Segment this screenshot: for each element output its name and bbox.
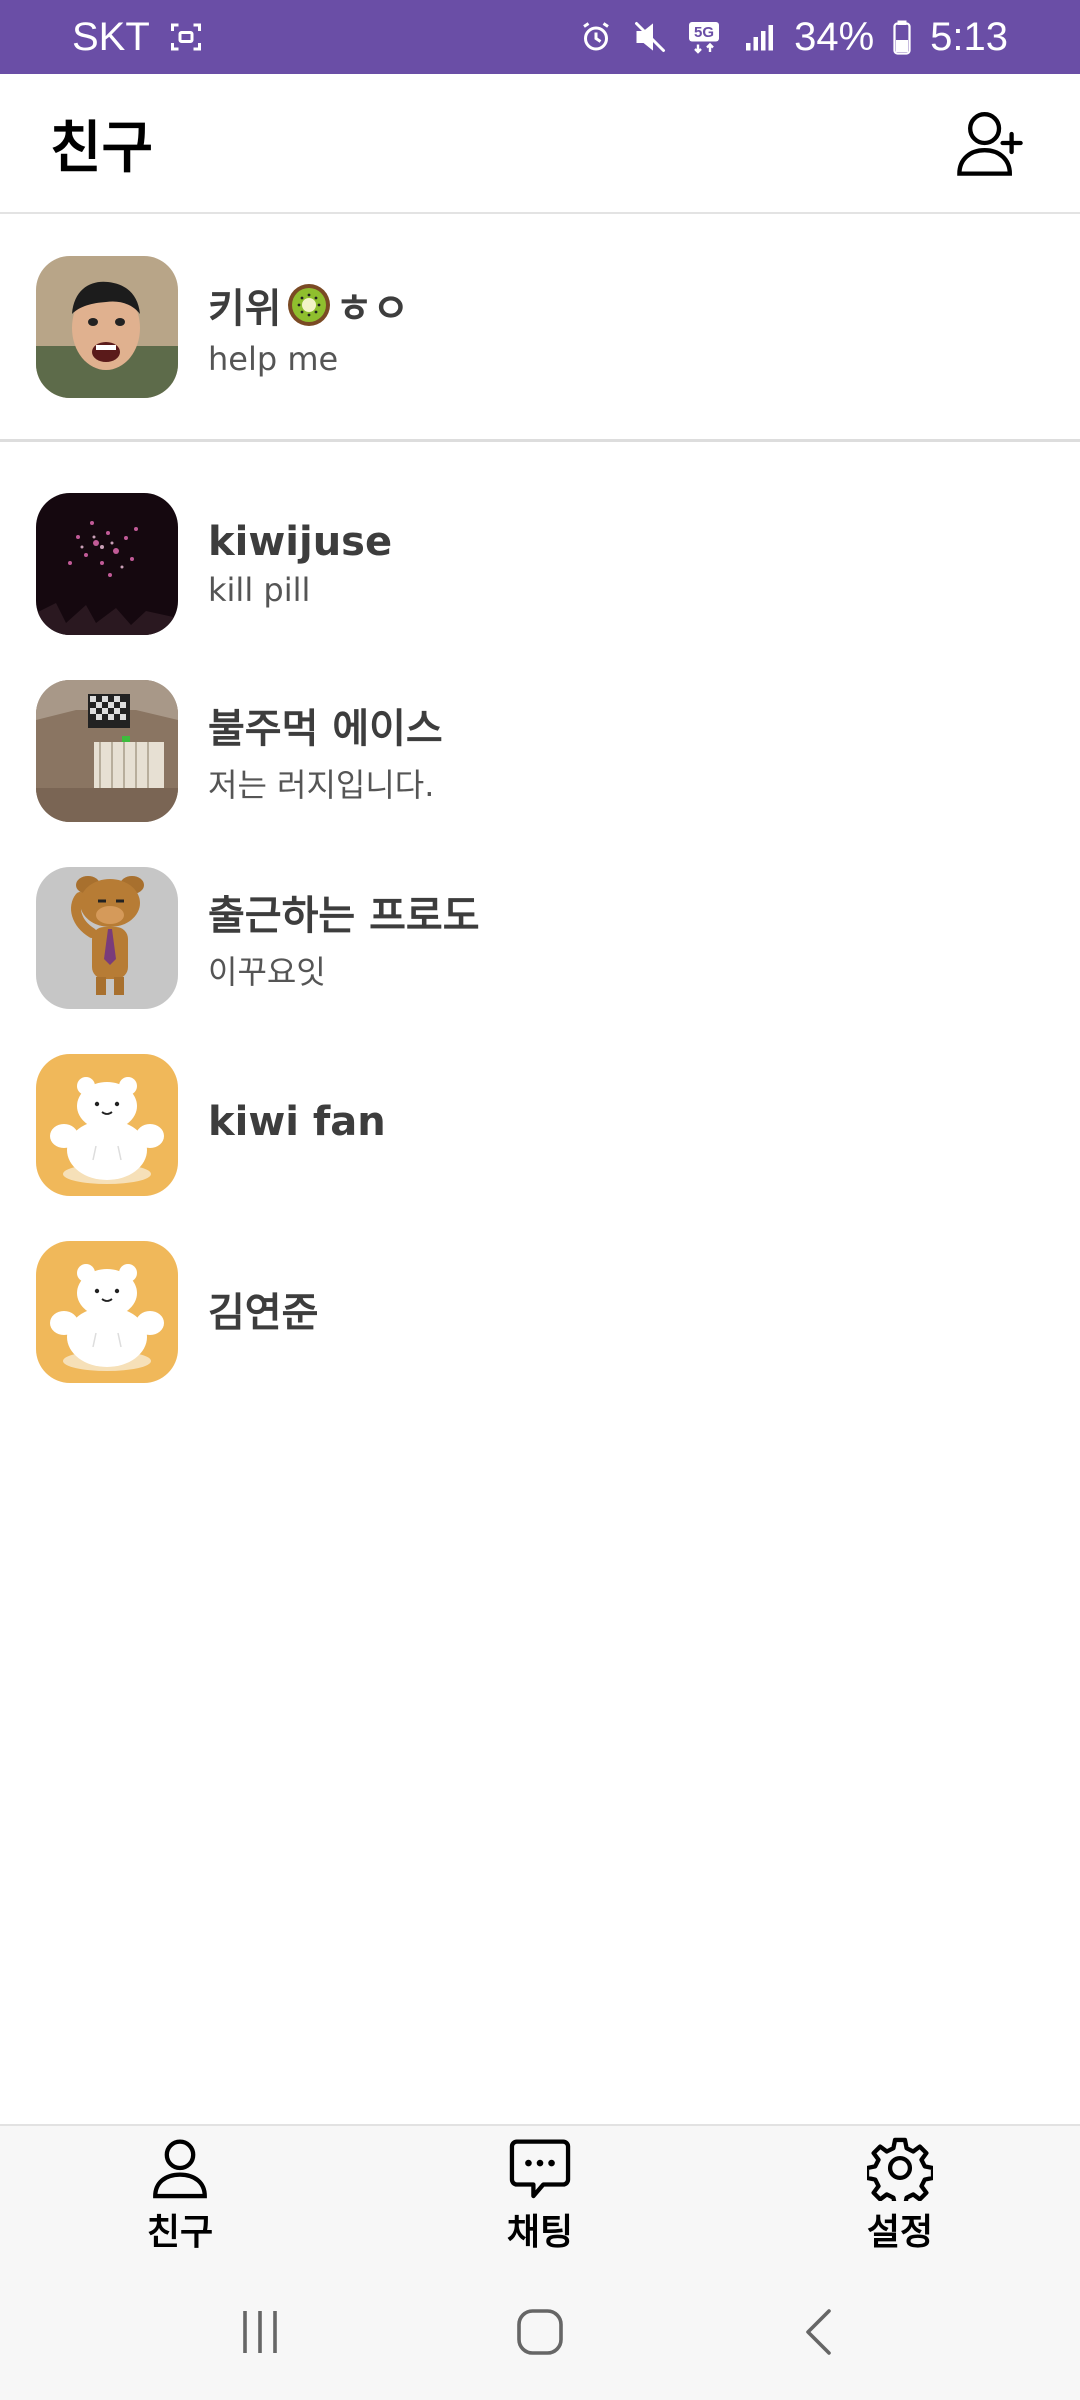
nav-label-friends: 친구 (146, 2212, 214, 2253)
signal-icon (740, 19, 776, 55)
friend-avatar (36, 1240, 178, 1383)
bottom-nav: 친구 채팅 설정 (0, 2124, 1080, 2264)
person-icon (153, 2139, 207, 2199)
friend-text: kiwijuse kill pill (208, 519, 392, 609)
friend-item[interactable]: 김연준 (0, 1218, 1080, 1405)
friend-status: kill pill (208, 570, 311, 609)
gear-icon (867, 2137, 933, 2201)
friend-text: 출근하는 프로도 이꾸요잇 (208, 883, 480, 993)
friend-avatar (36, 866, 178, 1009)
my-avatar (36, 255, 178, 398)
page-title: 친구 (50, 115, 154, 181)
battery-percent: 34% (794, 14, 875, 59)
status-bar: SKT 5G 34% 5:13 (0, 0, 1080, 74)
friend-name: 출근하는 프로도 (208, 892, 480, 939)
nav-label-chat: 채팅 (506, 2212, 574, 2253)
carrier-label: SKT (72, 14, 150, 59)
my-profile[interactable]: 키위 ㅎㅇ help me (0, 214, 1080, 442)
status-right: 5G 34% 5:13 (578, 15, 1008, 60)
add-person-icon (957, 112, 1023, 176)
my-name-suffix: ㅎㅇ (335, 285, 410, 332)
my-name-row: 키위 ㅎㅇ (208, 276, 409, 334)
friend-text: kiwi fan (208, 1099, 386, 1151)
chat-bubble-icon (509, 2139, 571, 2199)
back-icon (806, 2309, 831, 2355)
5g-icon: 5G (686, 19, 722, 55)
nav-item-settings[interactable]: 설정 (800, 2135, 1000, 2255)
friend-item[interactable]: kiwijuse kill pill (0, 470, 1080, 657)
friend-avatar (36, 1053, 178, 1196)
friend-text: 김연준 (208, 1280, 318, 1344)
my-name: 키위 (208, 285, 282, 332)
battery-icon (892, 19, 912, 55)
recent-apps-button[interactable] (215, 2287, 305, 2377)
app-header: 친구 (0, 74, 1080, 214)
back-button[interactable] (775, 2287, 865, 2377)
kiwi-emoji-icon (286, 282, 332, 328)
friend-status: 저는 러지입니다. (208, 765, 435, 804)
friend-text: 불주먹 에이스 저는 러지입니다. (208, 696, 443, 806)
status-left: SKT (72, 15, 204, 60)
recent-apps-icon (243, 2311, 277, 2353)
friend-name: kiwi fan (208, 1098, 386, 1145)
clock: 5:13 (930, 14, 1008, 59)
friend-item[interactable]: 출근하는 프로도 이꾸요잇 (0, 844, 1080, 1031)
nav-label-settings: 설정 (866, 2212, 934, 2253)
friend-item[interactable]: 불주먹 에이스 저는 러지입니다. (0, 657, 1080, 844)
alarm-icon (578, 19, 614, 55)
home-button[interactable] (495, 2287, 585, 2377)
friend-status: 이꾸요잇 (208, 952, 326, 991)
friend-name: 불주먹 에이스 (208, 705, 443, 752)
friend-name: kiwijuse (208, 518, 393, 565)
screen-record-icon (168, 19, 204, 55)
my-status: help me (208, 339, 339, 378)
friend-name: 김연준 (208, 1289, 319, 1336)
friend-list: kiwijuse kill pill 불주먹 에이스 저는 러지입니다. 출근하… (0, 470, 1080, 1405)
my-profile-text: 키위 ㅎㅇ help me (208, 276, 409, 378)
home-icon (517, 2309, 563, 2355)
mute-icon (632, 19, 668, 55)
nav-item-chat[interactable]: 채팅 (440, 2135, 640, 2255)
friend-avatar (36, 492, 178, 635)
friend-item[interactable]: kiwi fan (0, 1031, 1080, 1218)
add-friend-button[interactable] (950, 103, 1030, 183)
friend-avatar (36, 679, 178, 822)
system-nav (0, 2264, 1080, 2400)
nav-item-friends[interactable]: 친구 (80, 2135, 280, 2255)
svg-text:5G: 5G (694, 24, 714, 41)
